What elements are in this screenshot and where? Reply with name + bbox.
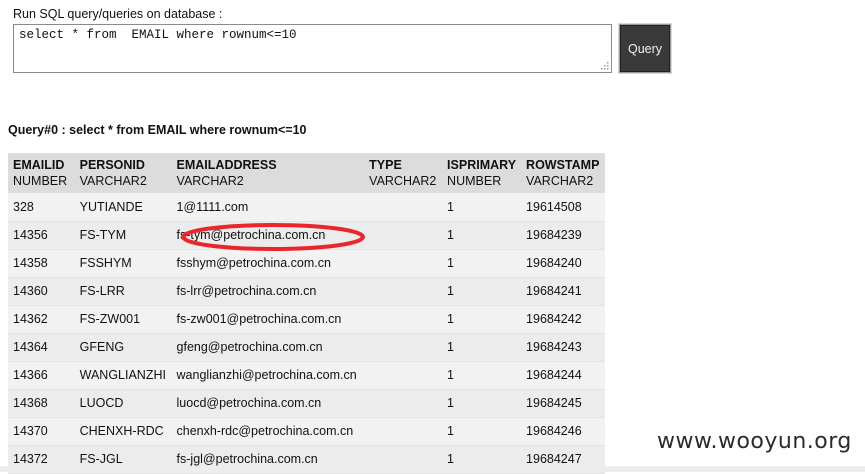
table-row: 14356 FS-TYM fs-tym@petrochina.com.cn 1 1968… xyxy=(8,221,605,250)
column-type: NUMBER xyxy=(447,174,502,188)
column-name: EMAILADDRESS xyxy=(176,158,277,172)
cell-emailid: 14358 xyxy=(8,249,75,278)
cell-emailaddress: gfeng@petrochina.com.cn xyxy=(171,333,365,362)
cell-type xyxy=(364,361,443,390)
cell-emailid: 14362 xyxy=(8,305,75,334)
cell-emailid: 328 xyxy=(8,193,75,222)
cell-personid: FS-LRR xyxy=(74,277,172,306)
cell-type xyxy=(364,249,443,278)
cell-personid: GFENG xyxy=(74,333,172,362)
column-header-type: TYPE VARCHAR2 xyxy=(364,153,443,193)
table-row: 14358 FSSHYM fsshym@petrochina.com.cn 1 1968… xyxy=(8,249,605,278)
cell-rowstamp: 19684239 xyxy=(521,221,605,250)
header-row: EMAILID NUMBER PERSONID VARCHAR2 EMAILADDRES… xyxy=(8,153,605,193)
cell-type xyxy=(364,389,443,418)
table-row: 14366 WANGLIANZHI wanglianzhi@petrochina.c… xyxy=(8,361,605,390)
column-type: NUMBER xyxy=(13,174,68,188)
query-result-title: Query#0 : select * from EMAIL where rown… xyxy=(8,123,307,137)
cell-rowstamp: 19684246 xyxy=(521,417,605,446)
column-name: ROWSTAMP xyxy=(526,158,600,172)
cell-rowstamp: 19684242 xyxy=(521,305,605,334)
column-header-personid: PERSONID VARCHAR2 xyxy=(74,153,172,193)
cell-type xyxy=(364,417,443,446)
cell-personid: CHENXH-RDC xyxy=(74,417,172,446)
cell-isprimary: 1 xyxy=(442,417,522,446)
cell-personid: FS-ZW001 xyxy=(74,305,172,334)
table-row: 14370 CHENXH-RDC chenxh-rdc@petrochina.com… xyxy=(8,417,605,446)
resize-grip-icon[interactable] xyxy=(598,59,610,71)
cell-isprimary: 1 xyxy=(442,193,522,222)
column-name: EMAILID xyxy=(13,158,65,172)
cell-emailaddress: fsshym@petrochina.com.cn xyxy=(171,249,365,278)
column-header-rowstamp: ROWSTAMP VARCHAR2 xyxy=(521,153,605,193)
cell-rowstamp: 19684241 xyxy=(521,277,605,306)
cell-rowstamp: 19684245 xyxy=(521,389,605,418)
cell-emailid: 14360 xyxy=(8,277,75,306)
cell-type xyxy=(364,277,443,306)
cell-isprimary: 1 xyxy=(442,361,522,390)
cell-rowstamp: 19684240 xyxy=(521,249,605,278)
cell-emailaddress: fs-zw001@petrochina.com.cn xyxy=(171,305,365,334)
table-row: 328 YUTIANDE 1@1111.com 1 19614508 xyxy=(8,193,605,222)
table-row: 14360 FS-LRR fs-lrr@petrochina.com.cn 1 1968… xyxy=(8,277,605,306)
cell-rowstamp: 19614508 xyxy=(521,193,605,222)
query-button[interactable]: Query xyxy=(619,24,671,73)
cell-personid: FS-TYM xyxy=(74,221,172,250)
cell-isprimary: 1 xyxy=(442,249,522,278)
cell-type xyxy=(364,193,443,222)
cell-type xyxy=(364,221,443,250)
cell-type xyxy=(364,305,443,334)
cell-emailaddress: wanglianzhi@petrochina.com.cn xyxy=(171,361,365,390)
cell-emailaddress: luocd@petrochina.com.cn xyxy=(171,389,365,418)
cell-personid: YUTIANDE xyxy=(74,193,172,222)
sql-query-input[interactable] xyxy=(13,24,612,73)
cell-emailid: 14370 xyxy=(8,417,75,446)
column-type: VARCHAR2 xyxy=(79,174,147,188)
result-table-body: 328 YUTIANDE 1@1111.com 1 19614508 14356 FS-TY… xyxy=(8,193,605,474)
column-header-emailaddress: EMAILADDRESS VARCHAR2 xyxy=(171,153,365,193)
table-row: 14362 FS-ZW001 fs-zw001@petrochina.com.cn 1… xyxy=(8,305,605,334)
table-row: 14368 LUOCD luocd@petrochina.com.cn 1 196842… xyxy=(8,389,605,418)
column-name: TYPE xyxy=(369,158,402,172)
column-name: ISPRIMARY xyxy=(447,158,517,172)
cell-emailaddress: fs-lrr@petrochina.com.cn xyxy=(171,277,365,306)
column-name: PERSONID xyxy=(79,158,145,172)
cell-emailid: 14364 xyxy=(8,333,75,362)
column-header-isprimary: ISPRIMARY NUMBER xyxy=(442,153,522,193)
cell-emailaddress: 1@1111.com xyxy=(171,193,365,222)
cell-personid: WANGLIANZHI xyxy=(74,361,172,390)
cell-isprimary: 1 xyxy=(442,305,522,334)
sql-prompt-label: Run SQL query/queries on database : xyxy=(13,7,223,21)
bottom-divider xyxy=(0,466,865,472)
column-type: VARCHAR2 xyxy=(176,174,244,188)
cell-emailaddress: chenxh-rdc@petrochina.com.cn xyxy=(171,417,365,446)
cell-personid: FSSHYM xyxy=(74,249,172,278)
cell-emailaddress: fs-tym@petrochina.com.cn xyxy=(171,221,365,250)
cell-emailid: 14366 xyxy=(8,361,75,390)
cell-rowstamp: 19684244 xyxy=(521,361,605,390)
column-header-emailid: EMAILID NUMBER xyxy=(8,153,75,193)
cell-personid: LUOCD xyxy=(74,389,172,418)
result-table-header: EMAILID NUMBER PERSONID VARCHAR2 EMAILADDRES… xyxy=(8,153,605,193)
column-type: VARCHAR2 xyxy=(526,174,594,188)
cell-isprimary: 1 xyxy=(442,277,522,306)
watermark: www.wooyun.org xyxy=(657,429,852,454)
cell-emailid: 14356 xyxy=(8,221,75,250)
table-row: 14364 GFENG gfeng@petrochina.com.cn 1 196842… xyxy=(8,333,605,362)
cell-type xyxy=(364,333,443,362)
cell-isprimary: 1 xyxy=(442,221,522,250)
cell-rowstamp: 19684243 xyxy=(521,333,605,362)
result-table: EMAILID NUMBER PERSONID VARCHAR2 EMAILADDRES… xyxy=(8,153,605,474)
cell-isprimary: 1 xyxy=(442,333,522,362)
cell-emailid: 14368 xyxy=(8,389,75,418)
cell-isprimary: 1 xyxy=(442,389,522,418)
column-type: VARCHAR2 xyxy=(369,174,437,188)
